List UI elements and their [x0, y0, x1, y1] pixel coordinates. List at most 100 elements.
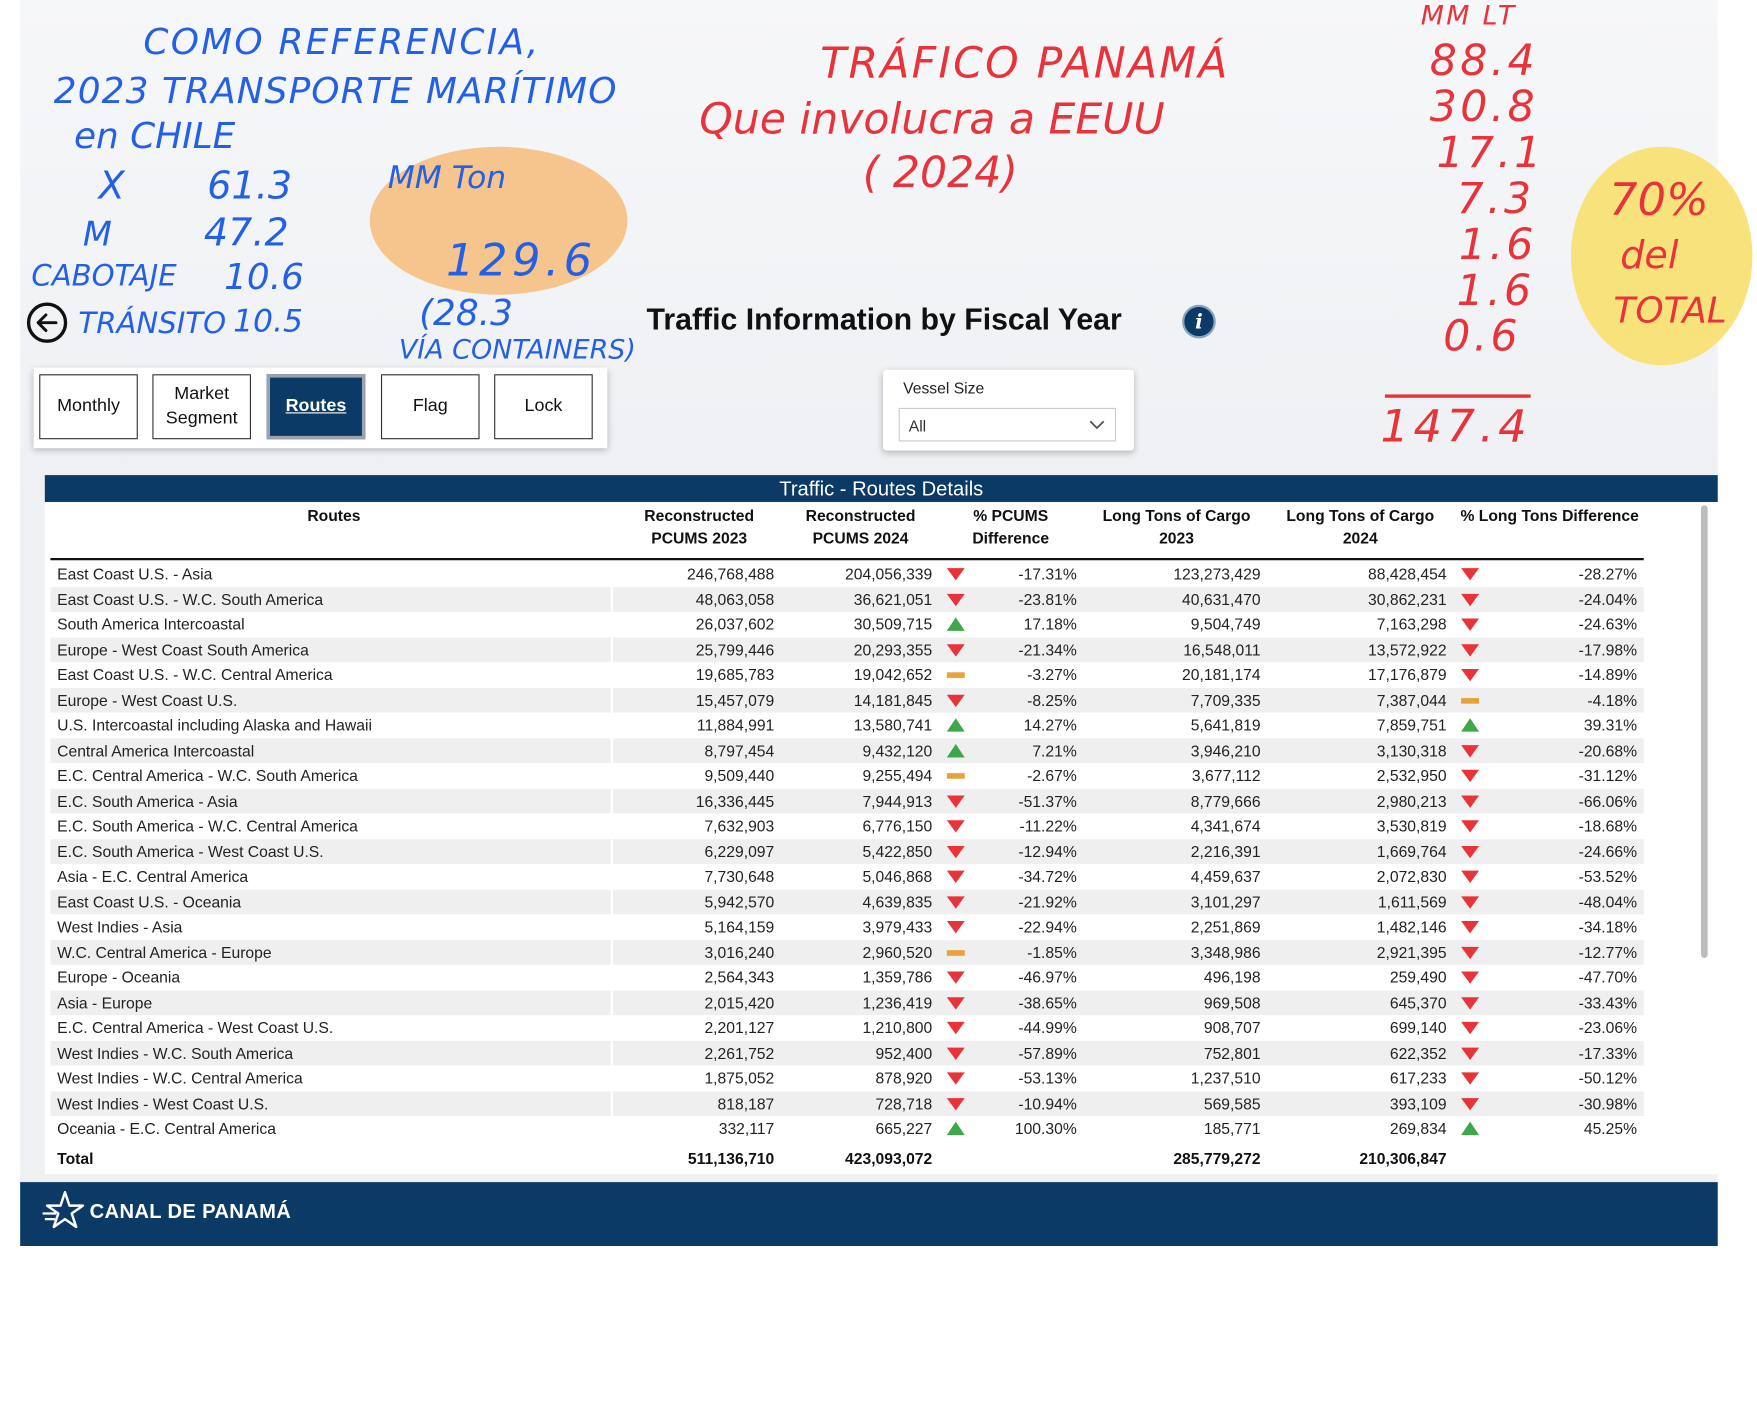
hw-red-pct: 70% — [1609, 174, 1709, 227]
table-row[interactable]: E.C. South America - West Coast U.S. 6,22… — [50, 838, 1644, 864]
table-row[interactable]: Central America Intercoastal 8,797,454 9,4… — [50, 737, 1644, 763]
table-title: Traffic - Routes Details — [44, 475, 1718, 502]
pcums-2024: 6,776,150 — [862, 816, 933, 835]
pcums-2023: 2,201,127 — [704, 1018, 775, 1037]
lt-diff: -17.33% — [1578, 1043, 1638, 1062]
lt-trend-down-icon — [1461, 1047, 1480, 1060]
lt-diff: -48.04% — [1578, 892, 1638, 911]
pcums-diff: -38.65% — [1018, 993, 1077, 1012]
lt-2024: 645,370 — [1389, 993, 1447, 1012]
col-head-pcums-2023[interactable]: Reconstructed PCUMS 2023 — [639, 504, 760, 549]
pcums-2024: 30,509,715 — [853, 615, 933, 634]
nav-button-flag[interactable]: Flag — [380, 374, 480, 440]
pcums-diff: -10.94% — [1018, 1094, 1077, 1113]
pcums-2023: 7,730,648 — [704, 867, 775, 886]
pcums-2023: 15,457,079 — [695, 690, 775, 709]
nav-button-market-segment[interactable]: Market Segment — [152, 374, 251, 440]
table-row[interactable]: West Indies - West Coast U.S. 818,187 728,… — [50, 1090, 1644, 1116]
hw-red-value: 1.6 — [1456, 265, 1535, 315]
pcums-trend-up-icon — [946, 617, 965, 631]
table-row[interactable]: Asia - Europe 2,015,420 1,236,419 -38.65% 96… — [50, 989, 1644, 1015]
table-row[interactable]: E.C. South America - W.C. Central Americ… — [50, 813, 1643, 839]
pcums-2023: 2,564,343 — [704, 968, 775, 987]
lt-trend-down-icon — [1461, 568, 1480, 581]
lt-diff: -20.68% — [1578, 741, 1638, 760]
lt-trend-flat-icon — [1461, 697, 1480, 704]
nav-button-group: Monthly Market Segment Routes Flag Lock — [33, 367, 608, 449]
pcums-diff: -51.37% — [1018, 791, 1077, 810]
table-row[interactable]: East Coast U.S. - Asia 246,768,488 204,056… — [50, 561, 1643, 587]
table-row[interactable]: Europe - Oceania 2,564,343 1,359,786 -46.97… — [50, 964, 1643, 990]
col-head-lt-2024[interactable]: Long Tons of Cargo 2024 — [1282, 504, 1439, 549]
table-row[interactable]: East Coast U.S. - W.C. South America 48,0… — [50, 586, 1644, 612]
pcums-2024: 13,580,741 — [853, 715, 933, 734]
nav-button-lock[interactable]: Lock — [494, 374, 593, 440]
lt-2023: 908,707 — [1203, 1018, 1261, 1037]
back-button[interactable] — [26, 302, 68, 343]
lt-2024: 17,176,879 — [1368, 665, 1447, 684]
table-row[interactable]: West Indies - Asia 5,164,159 3,979,433 -22.… — [50, 914, 1643, 939]
pcums-2023: 2,261,752 — [704, 1043, 775, 1062]
route-name: E.C. Central America - W.C. South Americ… — [57, 763, 613, 788]
col-head-lt-diff[interactable]: % Long Tons Difference — [1454, 504, 1644, 526]
route-name: East Coast U.S. - W.C. Central America — [57, 662, 613, 687]
table-row[interactable]: Asia - E.C. Central America 7,730,648 5,04… — [50, 863, 1643, 889]
hw-red-pct-line2: del — [1620, 233, 1679, 278]
table-row[interactable]: Europe - West Coast U.S. 15,457,079 14,181… — [50, 687, 1644, 713]
table-row[interactable]: W.C. Central America - Europe 3,016,240 2,… — [50, 939, 1644, 965]
lt-2024: 393,109 — [1389, 1094, 1447, 1113]
col-head-pcums-2024[interactable]: Reconstructed PCUMS 2024 — [800, 504, 921, 549]
lt-2024: 622,352 — [1389, 1043, 1447, 1062]
lt-2023: 969,508 — [1203, 993, 1261, 1012]
pcums-trend-down-icon — [946, 568, 965, 581]
pcums-trend-down-icon — [946, 921, 965, 934]
lt-diff: -34.18% — [1578, 917, 1638, 936]
table-row[interactable]: E.C. South America - Asia 16,336,445 7,944… — [50, 788, 1644, 813]
nav-button-monthly[interactable]: Monthly — [39, 374, 138, 440]
pcums-diff: -23.81% — [1018, 589, 1077, 608]
pcums-2023: 246,768,488 — [687, 564, 775, 583]
table-row[interactable]: East Coast U.S. - W.C. Central America 19… — [50, 662, 1643, 687]
route-name: W.C. Central America - Europe — [57, 939, 613, 965]
route-name: Asia - Europe — [57, 989, 613, 1015]
table-row[interactable]: E.C. Central America - W.C. South Americ… — [50, 763, 1643, 788]
lt-2023: 569,585 — [1203, 1094, 1261, 1113]
pcums-2024: 7,944,913 — [862, 791, 933, 810]
info-icon[interactable]: i — [1182, 304, 1216, 339]
pcums-trend-flat-icon — [946, 672, 965, 678]
hw-blue-cab-label: CABOTAJE — [31, 259, 177, 294]
lt-trend-down-icon — [1461, 1097, 1480, 1110]
table-row[interactable]: East Coast U.S. - Oceania 5,942,570 4,639,… — [50, 889, 1644, 914]
table-row[interactable]: Oceania - E.C. Central America 332,117 665… — [50, 1116, 1643, 1141]
col-head-pcums-diff[interactable]: % PCUMS Difference — [955, 504, 1067, 549]
hw-red-sum-line — [1384, 394, 1531, 398]
pcums-diff: -12.94% — [1018, 842, 1077, 860]
table-scrollbar[interactable] — [1700, 505, 1708, 959]
hw-blue-x-label: X — [98, 163, 125, 209]
col-head-routes[interactable]: Routes — [224, 504, 444, 526]
route-name: East Coast U.S. - Oceania — [57, 889, 613, 914]
table-row[interactable]: West Indies - W.C. Central America 1,875,… — [50, 1065, 1643, 1091]
table-row[interactable]: West Indies - W.C. South America 2,261,75… — [50, 1040, 1644, 1066]
lt-diff: -12.77% — [1578, 942, 1638, 961]
pcums-trend-flat-icon — [946, 949, 965, 956]
nav-button-routes[interactable]: Routes — [266, 374, 366, 440]
lt-2024: 88,428,454 — [1368, 564, 1447, 583]
col-head-lt-2023[interactable]: Long Tons of Cargo 2023 — [1098, 504, 1255, 549]
vessel-size-dropdown[interactable]: All — [898, 407, 1117, 442]
lt-trend-down-icon — [1461, 769, 1480, 783]
pcums-diff: 100.30% — [1014, 1119, 1077, 1138]
lt-2024: 1,482,146 — [1376, 917, 1447, 936]
pcums-diff: -2.67% — [1027, 766, 1077, 785]
lt-2023: 123,273,429 — [1173, 564, 1261, 583]
table-row[interactable]: E.C. Central America - West Coast U.S. 2,… — [50, 1015, 1643, 1040]
table-row[interactable]: Europe - West Coast South America 25,799,… — [50, 637, 1644, 662]
table-row[interactable]: South America Intercoastal 26,037,602 30,5… — [50, 611, 1643, 637]
route-name: West Indies - West Coast U.S. — [57, 1090, 613, 1116]
table-row[interactable]: U.S. Intercoastal including Alaska and H… — [50, 712, 1643, 738]
footer-logo-text: CANAL DE PANAMÁ — [89, 1200, 292, 1223]
pcums-2024: 2,960,520 — [862, 942, 933, 961]
pcums-2024: 20,293,355 — [853, 640, 933, 659]
lt-trend-down-icon — [1461, 744, 1480, 757]
lt-diff: 39.31% — [1583, 715, 1638, 734]
